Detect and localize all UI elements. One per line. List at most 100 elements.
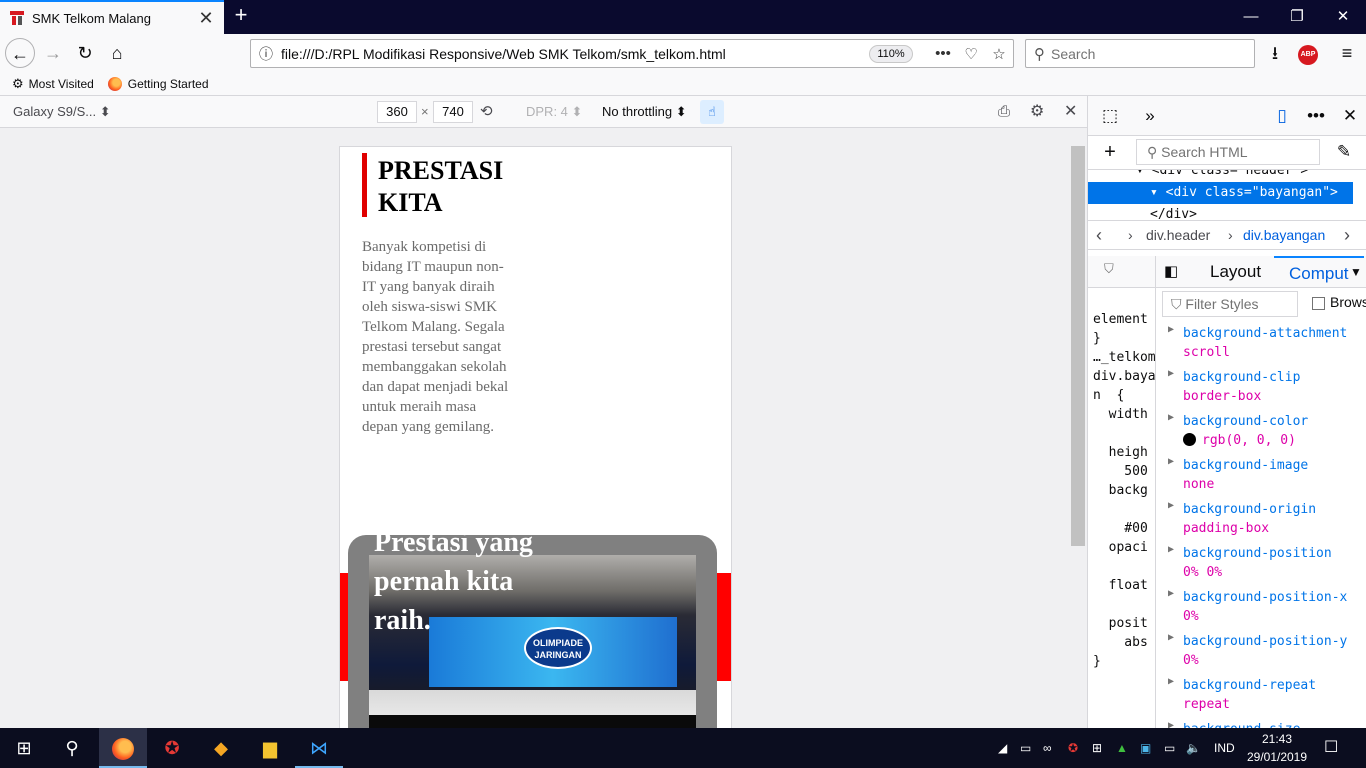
expand-arrow-icon[interactable]: ▶ (1168, 588, 1174, 599)
new-tab-button[interactable]: + (230, 4, 252, 28)
tray-app-icon[interactable]: ✪ (1068, 728, 1078, 768)
markup-node-selected[interactable]: ▾ <div class="bayangan"> (1088, 182, 1353, 204)
breadcrumb-next-icon[interactable]: › (1344, 221, 1350, 249)
expand-arrow-icon[interactable]: ▶ (1168, 324, 1174, 335)
pocket-icon[interactable]: ♡ (957, 45, 985, 63)
rule-line[interactable]: div.baya (1093, 367, 1155, 386)
viewport-width-input[interactable]: 360 (377, 101, 417, 123)
devtools-close-icon[interactable]: ✕ (1338, 104, 1362, 128)
rule-line[interactable] (1093, 595, 1155, 614)
tabs-overflow-icon[interactable]: ▼ (1350, 256, 1362, 288)
rules-list[interactable]: element} …_telkom div.baya n { width heigh … (1088, 288, 1155, 671)
forward-icon[interactable]: → (38, 38, 68, 68)
git-app-taskbar-icon[interactable]: ◆ (197, 728, 245, 768)
rule-line[interactable]: } (1093, 329, 1155, 348)
rule-line[interactable]: n { (1093, 386, 1155, 405)
markup-node[interactable]: ▾ <div class="header"> (1088, 170, 1353, 182)
expand-arrow-icon[interactable]: ▶ (1168, 456, 1174, 467)
battery-icon[interactable]: ▭ (1020, 728, 1031, 768)
rule-line[interactable]: element (1093, 310, 1155, 329)
expand-arrow-icon[interactable]: ▶ (1168, 368, 1174, 379)
network-icon[interactable]: ◢ (998, 728, 1007, 768)
eyedropper-icon[interactable]: ✎ (1332, 140, 1356, 164)
add-node-icon[interactable]: + (1098, 140, 1122, 164)
rotate-icon[interactable]: ⟲ (480, 96, 493, 128)
expand-arrow-icon[interactable]: ▶ (1168, 544, 1174, 555)
computed-property[interactable]: ▶ background-size (1156, 720, 1366, 728)
rule-line[interactable]: 500 (1093, 462, 1155, 481)
rule-line[interactable]: opaci (1093, 538, 1155, 557)
rule-line[interactable]: heigh (1093, 443, 1155, 462)
computed-property[interactable]: ▶ background-position-y 0% (1156, 632, 1366, 670)
tab-layout[interactable]: Layout (1210, 256, 1261, 288)
computed-property[interactable]: ▶ background-color rgb(0, 0, 0) (1156, 412, 1366, 450)
dpr-selector[interactable]: DPR: 4 ⬍ (526, 96, 582, 128)
tray-display-icon[interactable]: ▭ (1164, 728, 1175, 768)
file-explorer-taskbar-icon[interactable]: ▆ (246, 728, 294, 768)
viewport-height-input[interactable]: 740 (433, 101, 473, 123)
browser-styles-checkbox[interactable] (1312, 297, 1325, 310)
home-icon[interactable]: ⌂ (102, 38, 132, 68)
more-tools-icon[interactable]: » (1138, 104, 1162, 128)
screenshot-icon[interactable]: ⎙ (998, 96, 1010, 128)
toggle-sidebar-icon[interactable]: ◧ (1164, 256, 1178, 288)
expand-arrow-icon[interactable]: ▶ (1168, 412, 1174, 423)
adblock-plus-icon[interactable]: ABP (1298, 45, 1318, 65)
rule-line[interactable] (1093, 500, 1155, 519)
firefox-taskbar-icon[interactable] (99, 728, 147, 768)
device-selector[interactable]: Galaxy S9/S... ⬍ (13, 96, 111, 128)
notifications-icon[interactable]: ☐ (1324, 728, 1338, 768)
filter-icon[interactable]: ⛉ (1104, 262, 1114, 277)
expand-arrow-icon[interactable]: ▶ (1168, 500, 1174, 511)
maximize-icon[interactable]: ❐ (1274, 0, 1320, 34)
bookmark-star-icon[interactable]: ☆ (985, 45, 1013, 63)
tray-network-icon[interactable]: ▣ (1140, 728, 1151, 768)
color-swatch[interactable] (1183, 433, 1196, 446)
rule-line[interactable]: posit (1093, 614, 1155, 633)
rule-line[interactable]: abs (1093, 633, 1155, 652)
rule-line[interactable] (1093, 424, 1155, 443)
search-bar[interactable]: ⚲ Search (1025, 39, 1255, 68)
windows-start-icon[interactable]: ⊞ (0, 728, 48, 768)
expand-arrow-icon[interactable]: ▶ (1168, 632, 1174, 643)
language-indicator[interactable]: IND (1214, 728, 1235, 768)
computed-property[interactable]: ▶ background-clip border-box (1156, 368, 1366, 406)
markup-node[interactable]: </div> (1088, 204, 1353, 220)
computed-property[interactable]: ▶ background-position 0% 0% (1156, 544, 1366, 582)
bookmark-most-visited[interactable]: ⚙ Most Visited (12, 76, 94, 92)
computed-property[interactable]: ▶ background-image none (1156, 456, 1366, 494)
throttling-selector[interactable]: No throttling ⬍ (602, 96, 687, 128)
settings-gear-icon[interactable]: ⚙ (1030, 96, 1044, 128)
rule-line[interactable]: …_telkom (1093, 348, 1155, 367)
element-picker-icon[interactable]: ⬚ (1098, 104, 1122, 128)
downloads-icon[interactable]: ⭳ (1260, 38, 1290, 68)
volume-icon[interactable]: 🔈 (1186, 728, 1201, 768)
zoom-badge[interactable]: 110% (869, 44, 913, 63)
expand-arrow-icon[interactable]: ▶ (1168, 676, 1174, 687)
page-actions-icon[interactable]: ••• (929, 45, 957, 62)
computed-property[interactable]: ▶ background-origin padding-box (1156, 500, 1366, 538)
url-text[interactable]: file:///D:/RPL Modifikasi Responsive/Web… (281, 46, 869, 62)
breadcrumb-prev-icon[interactable]: ‹ (1096, 221, 1102, 249)
computed-property[interactable]: ▶ background-position-x 0% (1156, 588, 1366, 626)
menu-icon[interactable]: ≡ (1332, 38, 1362, 68)
garena-taskbar-icon[interactable]: ✪ (148, 728, 196, 768)
reload-icon[interactable]: ↻ (70, 38, 100, 68)
window-close-icon[interactable]: ✕ (1320, 0, 1366, 34)
taskbar-clock[interactable]: 21:43 29/01/2019 (1236, 730, 1318, 766)
back-icon[interactable]: ← (5, 38, 35, 68)
url-bar[interactable]: ⓘ file:///D:/RPL Modifikasi Responsive/W… (250, 39, 1014, 68)
page-info-icon[interactable]: ⓘ (251, 44, 281, 64)
minimize-icon[interactable]: — (1228, 0, 1274, 34)
bookmark-getting-started[interactable]: Getting Started (107, 76, 209, 91)
touch-simulation-icon[interactable]: ☝ (700, 100, 724, 124)
devtools-menu-icon[interactable]: ••• (1304, 104, 1328, 128)
tray-windows-icon[interactable]: ⊞ (1092, 728, 1102, 768)
filter-styles-input[interactable]: ⛉ Filter Styles (1162, 291, 1298, 317)
rule-line[interactable]: } (1093, 652, 1155, 671)
breadcrumb-bayangan[interactable]: div.bayangan (1243, 221, 1325, 249)
search-html-input[interactable]: ⚲ Search HTML (1136, 139, 1320, 165)
computed-property[interactable]: ▶ background-repeat repeat (1156, 676, 1366, 714)
link-icon[interactable]: ∞ (1043, 728, 1052, 768)
rule-line[interactable]: float (1093, 576, 1155, 595)
